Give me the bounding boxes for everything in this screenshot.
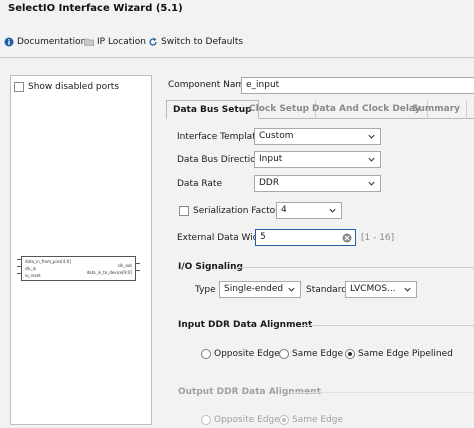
port-label: clk_in [25, 266, 37, 271]
documentation-button[interactable]: Documentation [4, 37, 86, 47]
tab-bar: Data Bus Setup Clock Setup Data And Cloc… [166, 100, 474, 119]
radio-button[interactable] [279, 349, 289, 359]
interface-template-select[interactable]: Custom [254, 128, 381, 145]
chevron-down-icon [368, 134, 375, 139]
radio-label: Opposite Edge [214, 349, 280, 359]
chevron-down-icon [329, 208, 336, 213]
ip-block-symbol: data_in_from_pins[4:0] clk_in io_reset c… [21, 256, 136, 281]
refresh-icon [149, 37, 157, 46]
data-bus-direction-value: Input [259, 154, 283, 164]
input-ddr-same-edge-pipelined[interactable]: Same Edge Pipelined [345, 349, 453, 359]
chevron-down-icon [288, 287, 295, 292]
data-rate-select[interactable]: DDR [254, 175, 381, 192]
show-disabled-ports-checkbox[interactable] [14, 82, 24, 92]
port-stub [136, 270, 140, 271]
input-ddr-opposite-edge[interactable]: Opposite Edge [201, 349, 280, 359]
data-bus-direction-label: Data Bus Direction [177, 155, 262, 165]
serialization-factor-checkbox[interactable] [179, 206, 189, 216]
port-label: data_in_from_pins[4:0] [25, 259, 71, 264]
standard-value: LVCMOS... [350, 284, 396, 294]
type-label: Type [195, 285, 216, 295]
standard-label: Standard [306, 285, 347, 295]
radio-label: Same Edge [292, 349, 344, 359]
interface-template-label: Interface Template [177, 132, 262, 142]
switch-to-defaults-button[interactable]: Switch to Defaults [148, 37, 243, 47]
external-data-width-input[interactable]: 5 [255, 229, 356, 246]
component-name-label: Component Name [168, 80, 250, 90]
ip-location-button[interactable]: IP Location [84, 37, 146, 47]
tab-summary[interactable]: Summary [406, 100, 468, 119]
radio-label: Same Edge Pipelined [358, 349, 453, 359]
show-disabled-ports-label: Show disabled ports [28, 82, 120, 92]
io-signaling-title: I/O Signaling [178, 262, 243, 272]
radio-button-selected[interactable] [279, 415, 289, 425]
serialization-factor-toggle[interactable]: Serialization Factor [179, 206, 279, 216]
type-value: Single-ended [224, 284, 284, 294]
toolbar: Documentation IP Location Switch to Defa… [0, 34, 474, 52]
serialization-factor-value: 4 [281, 205, 287, 215]
port-label: clk_out [117, 263, 132, 268]
chevron-down-icon [368, 181, 375, 186]
documentation-label: Documentation [17, 37, 87, 47]
show-disabled-ports-toggle[interactable]: Show disabled ports [14, 82, 119, 92]
radio-button[interactable] [201, 415, 211, 425]
input-ddr-same-edge[interactable]: Same Edge [279, 349, 343, 359]
standard-select[interactable]: LVCMOS... [345, 281, 417, 298]
data-rate-value: DDR [259, 178, 280, 188]
radio-button[interactable] [201, 349, 211, 359]
input-ddr-title: Input DDR Data Alignment [178, 320, 313, 330]
port-stub [17, 273, 21, 274]
port-stub [17, 266, 21, 267]
component-name-input[interactable]: e_input [241, 77, 474, 94]
radio-label: Same Edge [292, 415, 344, 425]
chevron-down-icon [368, 157, 375, 162]
section-divider [302, 325, 474, 326]
data-rate-label: Data Rate [177, 179, 222, 189]
serialization-factor-label: Serialization Factor [193, 206, 279, 216]
data-bus-direction-select[interactable]: Input [254, 151, 381, 168]
radio-button-selected[interactable] [345, 349, 355, 359]
folder-icon [84, 38, 94, 46]
switch-to-defaults-label: Switch to Defaults [161, 37, 244, 47]
ip-location-label: IP Location [97, 37, 147, 47]
port-label: io_reset [25, 273, 41, 278]
interface-template-value: Custom [259, 131, 294, 141]
port-label: data_in_to_device[9:0] [86, 270, 132, 275]
type-select[interactable]: Single-ended [219, 281, 301, 298]
chevron-down-icon [404, 287, 411, 292]
symbol-panel: Show disabled ports data_in_from_pins[4:… [10, 75, 152, 425]
window-title: SelectIO Interface Wizard (5.1) [8, 3, 183, 14]
section-divider [236, 267, 474, 268]
external-data-width-value: 5 [260, 232, 266, 242]
info-icon [4, 37, 14, 47]
external-data-width-range: [1 - 16] [361, 233, 395, 243]
toolbar-divider [0, 57, 474, 58]
output-ddr-opposite-edge[interactable]: Opposite Edge [201, 415, 280, 425]
section-divider [290, 392, 474, 393]
port-stub [136, 263, 140, 264]
port-stub [17, 259, 21, 260]
output-ddr-same-edge[interactable]: Same Edge [279, 415, 343, 425]
serialization-factor-select[interactable]: 4 [276, 202, 342, 219]
radio-label: Opposite Edge [214, 415, 280, 425]
clear-icon[interactable] [342, 233, 352, 243]
